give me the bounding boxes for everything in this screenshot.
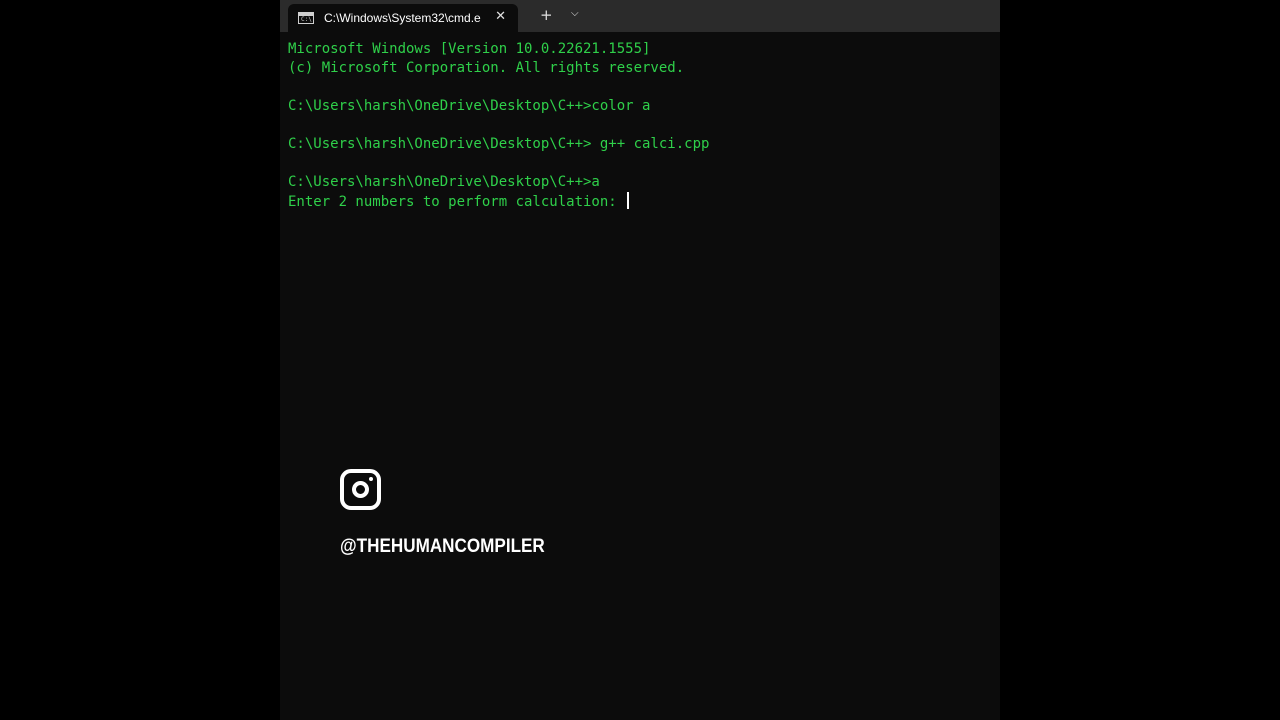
instagram-lens (352, 481, 369, 498)
new-tab-button[interactable]: + (540, 6, 553, 24)
chevron-down-icon[interactable]: ⌵ (571, 8, 579, 19)
console-prompt: Enter 2 numbers to perform calculation: (288, 194, 626, 210)
console-line: C:\Users\harsh\OneDrive\Desktop\C++>colo… (288, 98, 651, 114)
tab-title: C:\Windows\System32\cmd.e (324, 11, 481, 25)
terminal-icon-label: C:\ (301, 16, 312, 23)
console-output[interactable]: Microsoft Windows [Version 10.0.22621.15… (288, 40, 992, 211)
close-icon[interactable]: ✕ (495, 9, 506, 24)
console-line: (c) Microsoft Corporation. All rights re… (288, 60, 685, 76)
console-line: Microsoft Windows [Version 10.0.22621.15… (288, 41, 651, 57)
terminal-window: C:\ C:\Windows\System32\cmd.e ✕ + ⌵ Micr… (280, 0, 1000, 720)
terminal-icon: C:\ (298, 12, 314, 24)
title-bar: C:\ C:\Windows\System32\cmd.e ✕ + ⌵ (280, 0, 1000, 32)
tab-cmd[interactable]: C:\ C:\Windows\System32\cmd.e ✕ (288, 4, 518, 32)
console-input-line[interactable]: Enter 2 numbers to perform calculation: (288, 192, 992, 211)
instagram-dot (369, 477, 373, 481)
social-handle: @THEHUMANCOMPILER (340, 536, 545, 557)
instagram-icon (340, 469, 381, 510)
console-line: C:\Users\harsh\OneDrive\Desktop\C++> g++… (288, 136, 710, 152)
text-cursor (627, 192, 630, 209)
console-line: C:\Users\harsh\OneDrive\Desktop\C++>a (288, 174, 600, 190)
